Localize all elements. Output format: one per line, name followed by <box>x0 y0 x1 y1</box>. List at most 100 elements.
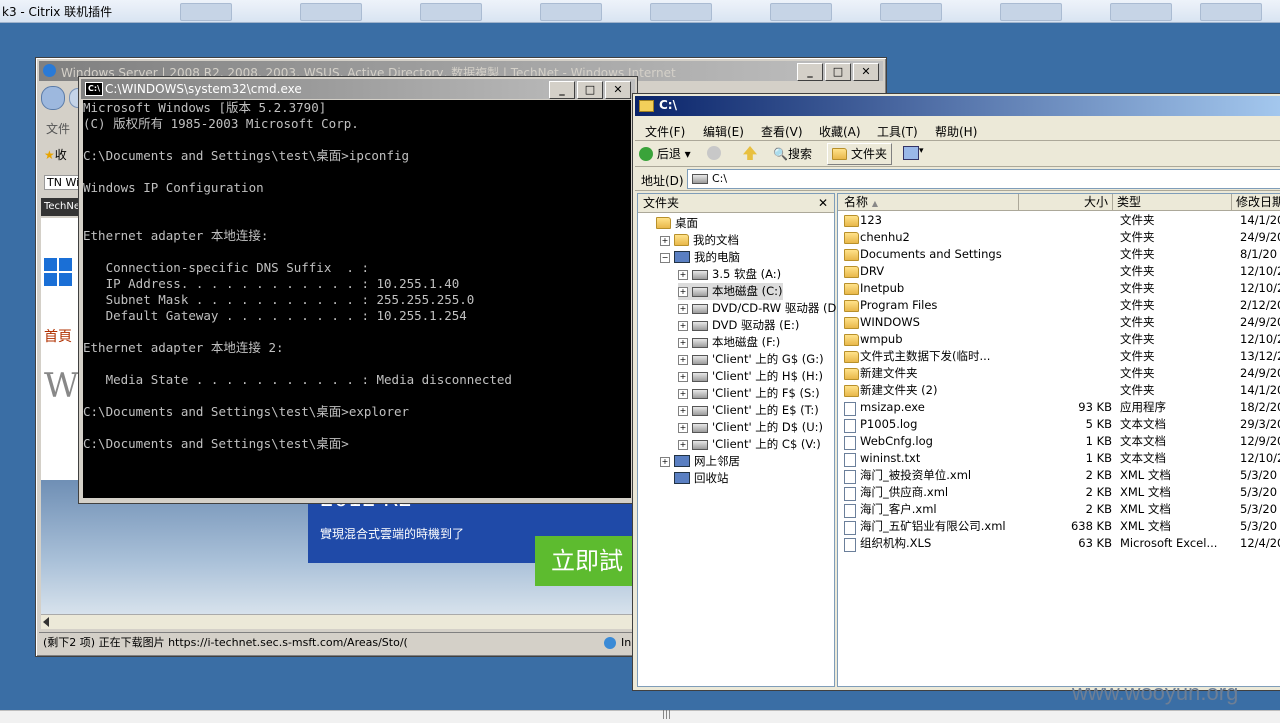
up-folder-icon[interactable] <box>743 146 757 160</box>
search-button[interactable]: 🔍搜索 <box>773 144 812 164</box>
ie-favorites[interactable]: ★收 <box>44 146 67 163</box>
host-taskbar-item[interactable] <box>880 3 942 21</box>
expand-toggle-icon[interactable]: + <box>660 236 670 246</box>
banner-subtitle: 實現混合式雲端的時機到了 <box>320 527 465 541</box>
tree-item[interactable]: + 'Client' 上的 C$ (V:) <box>678 436 821 453</box>
menu-file[interactable]: 文件(F) <box>645 123 685 140</box>
tree-item[interactable]: + DVD 驱动器 (E:) <box>678 317 799 334</box>
expand-toggle-icon[interactable]: + <box>678 304 688 314</box>
expand-toggle-icon[interactable]: + <box>678 287 688 297</box>
tree-item[interactable]: + 本地磁盘 (F:) <box>678 334 780 351</box>
expand-toggle-icon[interactable]: + <box>678 355 688 365</box>
ie-horizontal-scrollbar[interactable] <box>41 614 636 629</box>
tree-item[interactable]: + 'Client' 上的 H$ (H:) <box>678 368 823 385</box>
tree-item[interactable]: +回收站 <box>660 470 729 487</box>
expand-toggle-icon[interactable]: + <box>678 372 688 382</box>
resize-grip-icon[interactable]: ||| <box>662 710 671 720</box>
file-row[interactable]: 海门_五矿铝业有限公司.xml 638 KB XML 文档 5/3/20 <box>840 518 1280 535</box>
host-taskbar-item[interactable] <box>1110 3 1172 21</box>
expand-toggle-icon[interactable]: + <box>678 423 688 433</box>
host-taskbar-item[interactable] <box>770 3 832 21</box>
ie-back-button[interactable] <box>41 86 65 110</box>
tree-item[interactable]: + 'Client' 上的 F$ (S:) <box>678 385 820 402</box>
expand-toggle-icon[interactable]: + <box>678 389 688 399</box>
file-row[interactable]: Inetpub 文件夹 12/10/2 <box>840 280 1280 297</box>
file-row[interactable]: DRV 文件夹 12/10/2 <box>840 263 1280 280</box>
file-row[interactable]: 海门_客户.xml 2 KB XML 文档 5/3/20 <box>840 501 1280 518</box>
expand-toggle-icon[interactable]: + <box>678 338 688 348</box>
menu-view[interactable]: 查看(V) <box>761 123 803 140</box>
tree-item[interactable]: + 'Client' 上的 E$ (T:) <box>678 402 819 419</box>
expand-toggle-icon[interactable]: + <box>660 457 670 467</box>
column-header-type[interactable]: 类型 <box>1113 194 1232 211</box>
views-icon[interactable] <box>903 146 919 160</box>
file-row[interactable]: wmpub 文件夹 12/10/2 <box>840 331 1280 348</box>
tree-item[interactable]: + DVD/CD-RW 驱动器 (D:) <box>678 300 845 317</box>
tree-item[interactable]: +桌面 <box>642 215 698 232</box>
host-taskbar-item[interactable] <box>1200 3 1262 21</box>
file-row[interactable]: 新建文件夹 (2) 文件夹 14/1/20 <box>840 382 1280 399</box>
host-taskbar-item[interactable] <box>540 3 602 21</box>
scroll-left-arrow-icon[interactable] <box>43 617 49 627</box>
menu-edit[interactable]: 编辑(E) <box>703 123 744 140</box>
column-type-label: 类型 <box>1117 195 1142 209</box>
ie-menu-file[interactable]: 文件 <box>46 120 70 137</box>
expand-toggle-icon[interactable]: + <box>678 440 688 450</box>
column-header-date[interactable]: 修改日期 <box>1232 194 1280 211</box>
host-taskbar-item[interactable] <box>300 3 362 21</box>
file-row[interactable]: 文件式主数据下发(临时... 文件夹 13/12/2 <box>840 348 1280 365</box>
tree-item[interactable]: +3.5 软盘 (A:) <box>678 266 781 283</box>
tree-item[interactable]: + 网上邻居 <box>660 453 740 470</box>
tree-item[interactable]: + 'Client' 上的 G$ (G:) <box>678 351 824 368</box>
host-taskbar-item[interactable] <box>180 3 232 21</box>
expand-toggle-icon[interactable]: − <box>660 253 670 263</box>
tree-item[interactable]: − 我的电脑 <box>660 249 740 266</box>
file-row[interactable]: msizap.exe 93 KB 应用程序 18/2/20 <box>840 399 1280 416</box>
network-drive-icon <box>692 389 708 399</box>
address-input[interactable]: C:\ <box>687 169 1280 189</box>
ie-tab[interactable]: TN Wi <box>44 175 83 190</box>
file-row[interactable]: Program Files 文件夹 2/12/20 <box>840 297 1280 314</box>
tree-item[interactable]: + 我的文档 <box>660 232 739 249</box>
column-header-size[interactable]: 大小 <box>1019 194 1113 211</box>
column-header-name[interactable]: 名称 ▲ <box>838 194 1019 211</box>
expand-toggle-icon[interactable]: + <box>678 321 688 331</box>
file-row[interactable]: 新建文件夹 文件夹 24/9/20 <box>840 365 1280 382</box>
file-row[interactable]: P1005.log 5 KB 文本文档 29/3/20 <box>840 416 1280 433</box>
back-button[interactable]: 后退 ▾ <box>639 144 691 164</box>
file-row[interactable]: WebCnfg.log 1 KB 文本文档 12/9/20 <box>840 433 1280 450</box>
file-row[interactable]: 组织机构.XLS 63 KB Microsoft Excel... 12/4/20 <box>840 535 1280 552</box>
file-row[interactable]: chenhu2 文件夹 24/9/20 <box>840 229 1280 246</box>
ie-close-button[interactable]: ✕ <box>853 63 879 81</box>
views-dropdown-chevron-icon[interactable]: ▾ <box>919 146 924 156</box>
tree-item-label: 回收站 <box>694 471 729 485</box>
file-row[interactable]: wininst.txt 1 KB 文本文档 12/10/2 <box>840 450 1280 467</box>
expand-toggle-icon[interactable]: + <box>678 406 688 416</box>
host-taskbar-item[interactable] <box>1000 3 1062 21</box>
file-row[interactable]: 海门_供应商.xml 2 KB XML 文档 5/3/20 <box>840 484 1280 501</box>
ie-minimize-button[interactable]: _ <box>797 63 823 81</box>
menu-tools[interactable]: 工具(T) <box>877 123 918 140</box>
menu-favorites[interactable]: 收藏(A) <box>819 123 861 140</box>
folders-button[interactable]: 文件夹 <box>827 143 893 165</box>
home-link[interactable]: 首頁 <box>44 326 72 346</box>
file-row[interactable]: WINDOWS 文件夹 24/9/20 <box>840 314 1280 331</box>
try-now-button[interactable]: 立即試 <box>535 536 636 586</box>
expand-toggle-icon[interactable]: + <box>678 270 688 280</box>
cmd-console-output[interactable]: Microsoft Windows [版本 5.2.3790] (C) 版权所有 … <box>83 100 631 498</box>
file-row[interactable]: 123 文件夹 14/1/20 <box>840 212 1280 229</box>
host-taskbar-item[interactable] <box>420 3 482 21</box>
menu-help[interactable]: 帮助(H) <box>935 123 977 140</box>
file-row[interactable]: 海门_被投资单位.xml 2 KB XML 文档 5/3/20 <box>840 467 1280 484</box>
tree-item[interactable]: + 'Client' 上的 D$ (U:) <box>678 419 823 436</box>
host-taskbar-item[interactable] <box>650 3 712 21</box>
file-row[interactable]: Documents and Settings 文件夹 8/1/20 <box>840 246 1280 263</box>
close-pane-icon[interactable]: ✕ <box>818 194 828 212</box>
ie-maximize-button[interactable]: □ <box>825 63 851 81</box>
forward-arrow-icon[interactable] <box>707 146 721 160</box>
cmd-maximize-button[interactable]: □ <box>577 81 603 99</box>
cmd-minimize-button[interactable]: _ <box>549 81 575 99</box>
tree-item[interactable]: + 本地磁盘 (C:) <box>678 283 783 300</box>
cmd-close-button[interactable]: ✕ <box>605 81 631 99</box>
file-date: 18/2/20 <box>1240 400 1280 414</box>
